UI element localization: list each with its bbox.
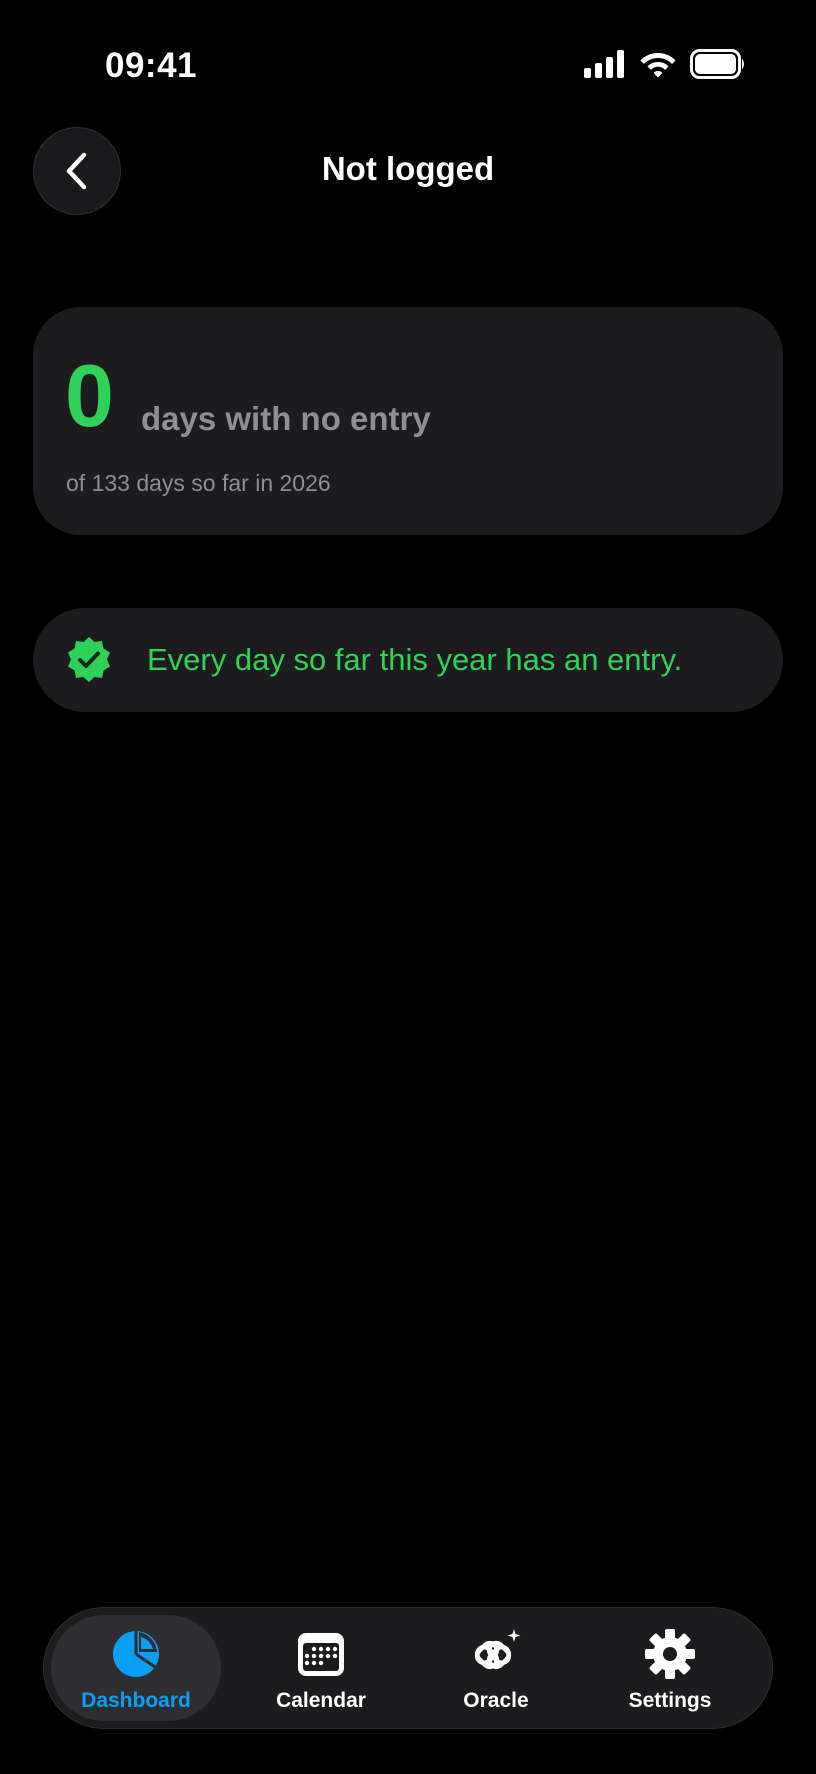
tab-oracle[interactable]: Oracle	[411, 1608, 581, 1727]
oracle-link-icon	[474, 1629, 521, 1670]
success-banner: Every day so far this year has an entry.	[33, 608, 783, 712]
tab-label-oracle: Oracle	[463, 1689, 529, 1712]
no-entry-count: 0	[65, 346, 114, 445]
tab-bar: Dashboard Calendar Oracle Settings	[43, 1607, 773, 1729]
tab-calendar[interactable]: Calendar	[236, 1608, 406, 1727]
tab-settings[interactable]: Settings	[585, 1608, 755, 1727]
pie-chart-icon	[113, 1631, 159, 1677]
status-time: 09:41	[105, 46, 198, 85]
tab-label-dashboard: Dashboard	[81, 1689, 191, 1712]
tab-dashboard[interactable]: Dashboard	[51, 1615, 221, 1721]
days-so-far-subtitle: of 133 days so far in 2026	[66, 470, 331, 496]
all-days-logged-message: Every day so far this year has an entry.	[147, 642, 683, 677]
tab-label-calendar: Calendar	[276, 1689, 366, 1712]
gear-icon	[645, 1629, 695, 1679]
status-icons	[584, 49, 746, 84]
tab-label-settings: Settings	[628, 1689, 712, 1712]
checkmark-seal-icon	[68, 637, 110, 682]
summary-card: 0 days with no entry of 133 days so far …	[33, 307, 783, 535]
battery-icon	[690, 49, 744, 79]
calendar-icon	[298, 1633, 344, 1676]
wifi-icon	[640, 53, 676, 78]
no-entry-label: days with no entry	[141, 400, 431, 437]
signal-icon	[584, 50, 624, 78]
page-title: Not logged	[321, 150, 495, 187]
